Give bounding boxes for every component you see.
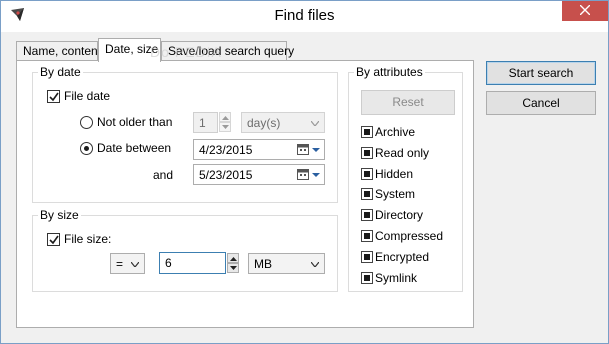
watermark: Do PEDIA	[150, 44, 222, 60]
attribute-label: Hidden	[375, 167, 414, 181]
date-from-value: 4/23/2015	[199, 143, 253, 157]
file-size-checkbox[interactable]	[47, 233, 60, 246]
spin-down-icon	[230, 266, 237, 270]
date-to-value: 5/23/2015	[199, 168, 253, 182]
spin-up-icon	[230, 257, 237, 261]
attribute-checkbox[interactable]	[361, 126, 373, 138]
attribute-label: Compressed	[375, 229, 444, 243]
age-unit-value: day(s)	[247, 116, 281, 130]
attribute-label: Read only	[375, 146, 430, 160]
start-search-button[interactable]: Start search	[486, 61, 596, 85]
spin-down-icon	[222, 125, 229, 129]
attribute-checkbox[interactable]	[361, 230, 373, 242]
chevron-down-icon	[311, 121, 319, 126]
reset-button[interactable]: Reset	[361, 90, 455, 115]
and-label: and	[153, 168, 174, 182]
tab-label: Name, content	[23, 44, 102, 58]
by-date-label: By date	[38, 65, 83, 79]
window-title: Find files	[274, 7, 335, 24]
file-date-label: File date	[64, 89, 111, 103]
by-attributes-label: By attributes	[354, 65, 425, 79]
checkmark-icon	[49, 235, 59, 245]
size-value-stepper[interactable]	[227, 253, 239, 273]
attribute-label: Archive	[375, 125, 416, 139]
file-date-checkbox[interactable]	[47, 90, 60, 103]
size-unit-value: MB	[254, 257, 272, 271]
size-unit-select[interactable]: MB	[248, 253, 325, 274]
not-older-than-label: Not older than	[97, 115, 173, 129]
attribute-checkbox[interactable]	[361, 209, 373, 221]
file-size-label: File size:	[64, 232, 112, 246]
not-older-than-input[interactable]: 1	[193, 112, 218, 133]
date-between-label: Date between	[97, 141, 172, 155]
attribute-label: Directory	[375, 208, 424, 222]
not-older-than-radio[interactable]	[80, 116, 93, 129]
cancel-button[interactable]: Cancel	[486, 91, 596, 115]
spin-up-icon	[222, 116, 229, 120]
chevron-down-icon	[311, 262, 319, 267]
size-value-input[interactable]: 6	[159, 252, 226, 274]
size-operator-select[interactable]: =	[110, 253, 145, 274]
tab-name-content[interactable]: Name, content	[16, 41, 102, 60]
attribute-checkbox[interactable]	[361, 188, 373, 200]
attribute-checkbox[interactable]	[361, 251, 373, 263]
attribute-checkbox[interactable]	[361, 272, 373, 284]
attribute-label: System	[375, 187, 416, 201]
attribute-checkbox[interactable]	[361, 168, 373, 180]
close-icon	[580, 5, 590, 15]
chevron-down-icon	[131, 262, 139, 267]
checkmark-icon	[49, 92, 59, 102]
not-older-than-stepper[interactable]	[219, 112, 231, 132]
calendar-icon[interactable]	[297, 144, 321, 159]
by-size-label: By size	[38, 208, 81, 222]
age-unit-select[interactable]: day(s)	[241, 112, 325, 133]
size-operator-value: =	[116, 257, 124, 271]
calendar-icon[interactable]	[297, 169, 321, 184]
date-between-radio[interactable]	[80, 142, 93, 155]
attribute-label: Symlink	[375, 271, 418, 285]
attribute-checkbox[interactable]	[361, 147, 373, 159]
close-button[interactable]	[562, 0, 608, 21]
attribute-label: Encrypted	[375, 250, 430, 264]
